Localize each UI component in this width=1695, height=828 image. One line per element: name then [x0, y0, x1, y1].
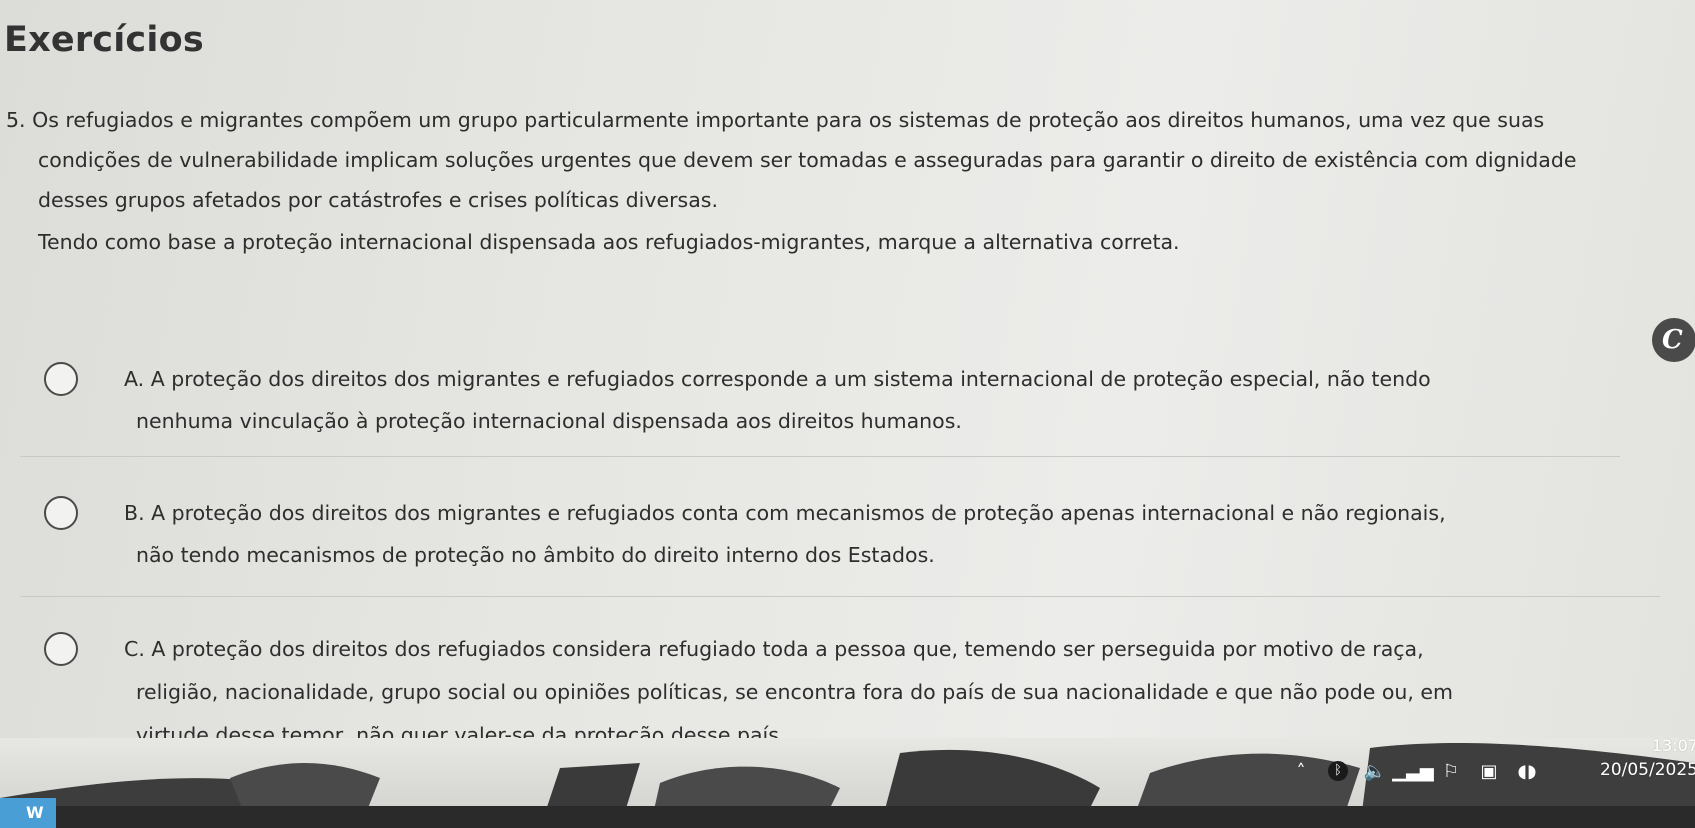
- clock-time: 13:07: [1651, 736, 1695, 755]
- taskbar-clock[interactable]: 13:07 20/05/2025: [1600, 734, 1695, 782]
- option-b-line-1: B. A proteção dos direitos dos migrantes…: [124, 501, 1446, 525]
- option-c-line-1: C. A proteção dos direitos dos refugiado…: [124, 637, 1424, 661]
- option-divider: [20, 596, 1660, 597]
- overlay-badge-icon: C: [1652, 318, 1695, 362]
- option-b-text[interactable]: B. A proteção dos direitos dos migrantes…: [124, 492, 1624, 576]
- option-a[interactable]: A. A proteção dos direitos dos migrantes…: [44, 358, 1664, 442]
- option-b-radio[interactable]: [44, 496, 78, 530]
- clock-date: 20/05/2025: [1600, 760, 1695, 780]
- signal-icon[interactable]: ▁▃▅: [1392, 760, 1434, 782]
- option-b[interactable]: B. A proteção dos direitos dos migrantes…: [44, 492, 1664, 576]
- option-a-line-1: A. A proteção dos direitos dos migrantes…: [124, 367, 1431, 391]
- camera-icon[interactable]: ▣: [1478, 760, 1500, 782]
- option-a-radio[interactable]: [44, 362, 78, 396]
- system-tray: ˄ ᛒ 🔈 ▁▃▅ ⚐ ▣ ◖◗: [1290, 760, 1538, 782]
- bluetooth-icon[interactable]: ᛒ: [1328, 761, 1348, 781]
- flag-icon[interactable]: ⚐: [1440, 760, 1462, 782]
- option-divider: [20, 456, 1620, 457]
- question-line-3: desses grupos afetados por catástrofes e…: [38, 188, 718, 212]
- word-app-icon[interactable]: W: [0, 798, 56, 828]
- option-a-line-2: nenhuma vinculação à proteção internacio…: [136, 409, 962, 433]
- option-b-line-2: não tendo mecanismos de proteção no âmbi…: [136, 543, 935, 567]
- question-text: 5. Os refugiados e migrantes compõem um …: [6, 100, 1676, 262]
- option-c-line-2: religião, nacionalidade, grupo social ou…: [136, 680, 1454, 704]
- option-a-text[interactable]: A. A proteção dos direitos dos migrantes…: [124, 358, 1624, 442]
- question-line-1: 5. Os refugiados e migrantes compõem um …: [6, 108, 1545, 132]
- question-line-2: condições de vulnerabilidade implicam so…: [38, 148, 1577, 172]
- speaker-icon[interactable]: ◖◗: [1516, 760, 1538, 782]
- question-instruction: Tendo como base a proteção internacional…: [38, 230, 1180, 254]
- volume-icon[interactable]: 🔈: [1364, 760, 1386, 782]
- page-title: Exercícios: [4, 20, 204, 60]
- chevron-up-icon[interactable]: ˄: [1290, 760, 1312, 782]
- taskbar-bottom-band: [0, 806, 1695, 828]
- option-c-radio[interactable]: [44, 632, 78, 666]
